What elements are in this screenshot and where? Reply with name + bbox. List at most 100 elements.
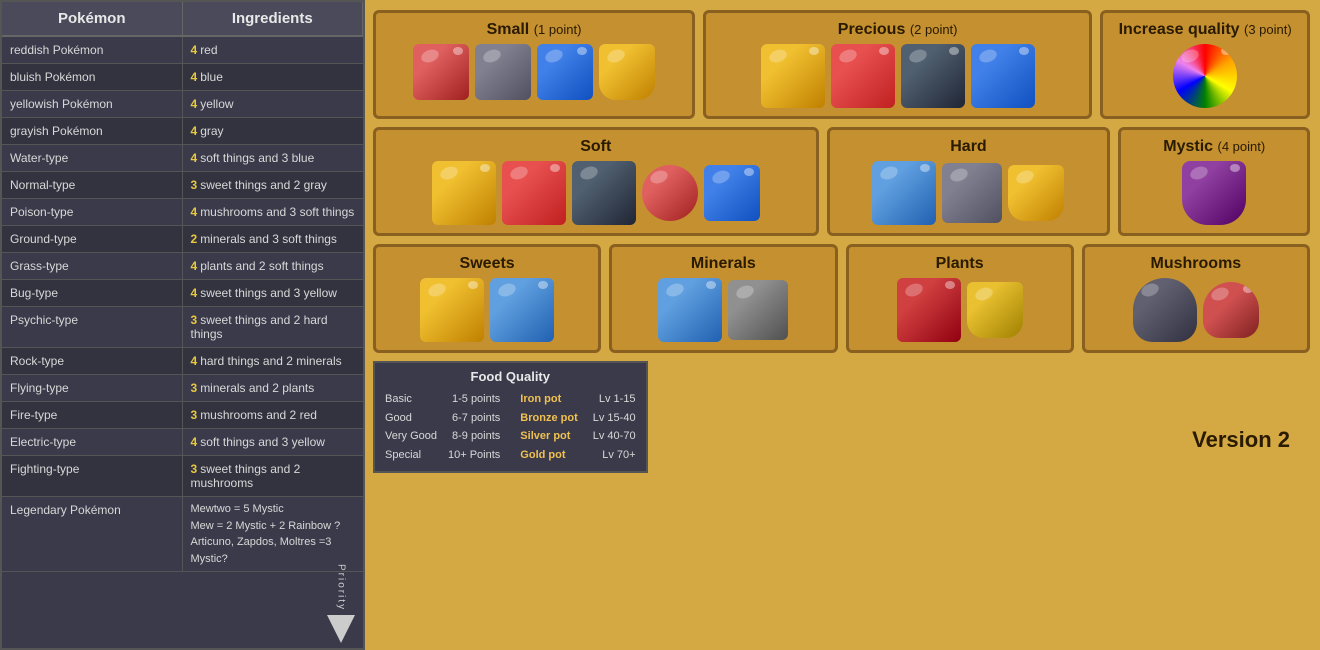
sprite-small-blue bbox=[537, 44, 593, 100]
cell-ingredient: 2minerals and 3 soft things bbox=[183, 226, 364, 252]
box-mystic-items bbox=[1182, 161, 1246, 225]
cell-pokemon: Poison-type bbox=[2, 199, 183, 225]
sprite-mystic bbox=[1182, 161, 1246, 225]
box-soft: Soft bbox=[373, 127, 819, 236]
sprite-hard-blue bbox=[872, 161, 936, 225]
cell-ingredient: 3sweet things and 2 hard things bbox=[183, 307, 364, 347]
fq-pots: Iron pot Lv 1-15 Bronze pot Lv 15-40 Silver … bbox=[520, 390, 635, 465]
fq-points: 6-7 points bbox=[452, 409, 500, 428]
table-row: grayish Pokémon4gray bbox=[2, 118, 363, 145]
pot-level: Lv 70+ bbox=[602, 446, 635, 465]
box-mystic: Mystic (4 point) bbox=[1118, 127, 1310, 236]
bottom-row: Food Quality Basic1-5 pointsGood6-7 poin… bbox=[373, 361, 1310, 473]
box-precious: Precious (2 point) bbox=[703, 10, 1092, 119]
sprite-prec-blue bbox=[971, 44, 1035, 108]
fq-levels: Basic1-5 pointsGood6-7 pointsVery Good8-… bbox=[385, 390, 500, 465]
ingredient-row-3: Sweets Minerals Plants Mushrooms bbox=[373, 244, 1310, 353]
box-small: Small (1 point) bbox=[373, 10, 695, 119]
box-hard-title: Hard bbox=[950, 138, 986, 156]
sprite-sweet-blue bbox=[490, 278, 554, 342]
cell-pokemon: Water-type bbox=[2, 145, 183, 171]
sprite-small-yellow bbox=[599, 44, 655, 100]
sprite-hard-gray bbox=[942, 163, 1002, 223]
legendary-row: Legendary PokémonMewtwo = 5 MysticMew = … bbox=[2, 497, 363, 572]
table-row: bluish Pokémon4blue bbox=[2, 64, 363, 91]
box-sweets-title: Sweets bbox=[460, 255, 515, 273]
sprite-prec-red bbox=[831, 44, 895, 108]
box-quality-items bbox=[1173, 44, 1237, 108]
box-small-items bbox=[413, 44, 655, 100]
cell-pokemon: yellowish Pokémon bbox=[2, 91, 183, 117]
cell-pokemon: Flying-type bbox=[2, 375, 183, 401]
fq-level-row: Special10+ Points bbox=[385, 446, 500, 465]
fq-label: Very Good bbox=[385, 427, 437, 446]
cell-pokemon: Grass-type bbox=[2, 253, 183, 279]
sprite-prec-dark bbox=[901, 44, 965, 108]
pot-name: Gold pot bbox=[520, 446, 565, 465]
cell-ingredient: 3sweet things and 2 gray bbox=[183, 172, 364, 198]
table-row: Fire-type3mushrooms and 2 red bbox=[2, 402, 363, 429]
pot-name: Bronze pot bbox=[520, 409, 577, 428]
box-quality-title: Increase quality (3 point) bbox=[1119, 21, 1292, 39]
cell-pokemon: Ground-type bbox=[2, 226, 183, 252]
sprite-plant-yellow bbox=[967, 282, 1023, 338]
cell-ingredient: 3mushrooms and 2 red bbox=[183, 402, 364, 428]
cell-ingredient: 4yellow bbox=[183, 91, 364, 117]
box-precious-title: Precious (2 point) bbox=[838, 21, 958, 39]
legendary-cell-ingredient: Mewtwo = 5 MysticMew = 2 Mystic + 2 Rain… bbox=[183, 497, 364, 571]
cell-ingredient: 4mushrooms and 3 soft things bbox=[183, 199, 364, 225]
cell-pokemon: Rock-type bbox=[2, 348, 183, 374]
table-row: Fighting-type3sweet things and 2 mushroo… bbox=[2, 456, 363, 497]
sprite-mush-dark bbox=[1133, 278, 1197, 342]
cell-pokemon: Electric-type bbox=[2, 429, 183, 455]
table-row: reddish Pokémon4red bbox=[2, 37, 363, 64]
cell-pokemon: Psychic-type bbox=[2, 307, 183, 347]
box-mushrooms-items bbox=[1133, 278, 1259, 342]
box-minerals: Minerals bbox=[609, 244, 837, 353]
box-plants-title: Plants bbox=[936, 255, 984, 273]
sprite-prec-yellow bbox=[761, 44, 825, 108]
legendary-cell-pokemon: Legendary Pokémon bbox=[2, 497, 183, 571]
sprite-mineral-blue bbox=[658, 278, 722, 342]
priority-arrow bbox=[327, 615, 355, 643]
col-pokemon: Pokémon bbox=[2, 2, 183, 35]
fq-label: Basic bbox=[385, 390, 412, 409]
table-row: Flying-type3minerals and 2 plants bbox=[2, 375, 363, 402]
sprite-mineral-gray bbox=[728, 280, 788, 340]
sprite-sweet-yellow bbox=[420, 278, 484, 342]
sprite-quality bbox=[1173, 44, 1237, 108]
box-small-title: Small (1 point) bbox=[487, 21, 582, 39]
cell-pokemon: bluish Pokémon bbox=[2, 64, 183, 90]
left-table: Pokémon Ingredients reddish Pokémon4redb… bbox=[0, 0, 365, 650]
cell-ingredient: 4red bbox=[183, 37, 364, 63]
table-body: reddish Pokémon4redbluish Pokémon4blueye… bbox=[2, 37, 363, 648]
cell-ingredient: 4plants and 2 soft things bbox=[183, 253, 364, 279]
table-row: Poison-type4mushrooms and 3 soft things bbox=[2, 199, 363, 226]
fq-label: Special bbox=[385, 446, 421, 465]
table-header: Pokémon Ingredients bbox=[2, 2, 363, 37]
box-quality: Increase quality (3 point) bbox=[1100, 10, 1310, 119]
pot-name: Silver pot bbox=[520, 427, 570, 446]
pot-level: Lv 1-15 bbox=[599, 390, 636, 409]
cell-pokemon: Normal-type bbox=[2, 172, 183, 198]
table-row: Rock-type4hard things and 2 minerals bbox=[2, 348, 363, 375]
fq-points: 1-5 points bbox=[452, 390, 500, 409]
ingredient-row-1: Small (1 point) Precious (2 point) bbox=[373, 10, 1310, 119]
fq-label: Good bbox=[385, 409, 412, 428]
cell-pokemon: Fighting-type bbox=[2, 456, 183, 496]
box-plants-items bbox=[897, 278, 1023, 342]
cell-pokemon: reddish Pokémon bbox=[2, 37, 183, 63]
food-quality-box: Food Quality Basic1-5 pointsGood6-7 poin… bbox=[373, 361, 648, 473]
box-precious-items bbox=[761, 44, 1035, 108]
box-sweets: Sweets bbox=[373, 244, 601, 353]
sprite-hard-yellow bbox=[1008, 165, 1064, 221]
cell-ingredient: 4sweet things and 3 yellow bbox=[183, 280, 364, 306]
table-row: Water-type4soft things and 3 blue bbox=[2, 145, 363, 172]
cell-ingredient: 3minerals and 2 plants bbox=[183, 375, 364, 401]
table-row: Psychic-type3sweet things and 2 hard thi… bbox=[2, 307, 363, 348]
sprite-plant-red bbox=[897, 278, 961, 342]
box-hard: Hard bbox=[827, 127, 1111, 236]
pot-name: Iron pot bbox=[520, 390, 561, 409]
pot-level: Lv 15-40 bbox=[593, 409, 636, 428]
box-plants: Plants bbox=[846, 244, 1074, 353]
